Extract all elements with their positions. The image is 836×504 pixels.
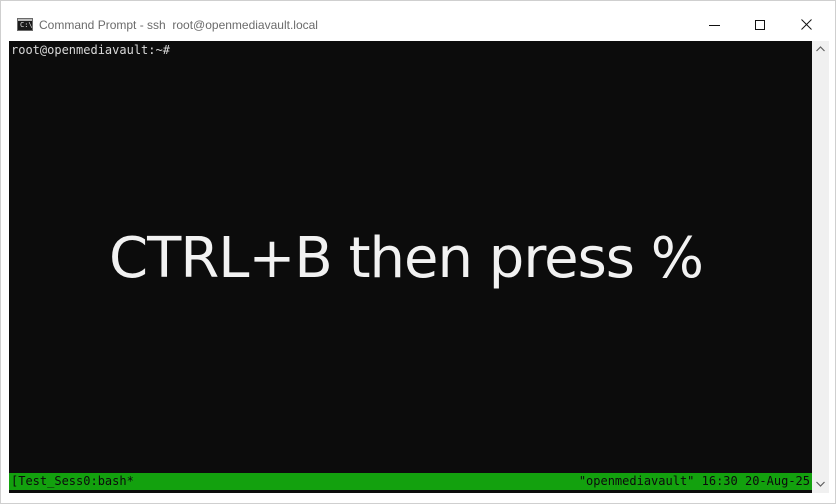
scroll-down-icon xyxy=(816,481,825,487)
icon-glyph: C:\ xyxy=(20,21,33,29)
vertical-scrollbar[interactable] xyxy=(812,41,829,493)
command-prompt-icon[interactable]: C:\ xyxy=(17,18,33,31)
maximize-button[interactable] xyxy=(737,3,783,43)
window-bottom-border xyxy=(1,493,835,503)
tmux-session-window: [Test_Sess0:bash* xyxy=(11,474,134,488)
tmux-host-clock: "openmediavault" 16:30 20-Aug-25 xyxy=(578,474,810,488)
tmux-status-bar: [Test_Sess0:bash* "openmediavault" 16:30… xyxy=(9,473,812,490)
instruction-overlay: CTRL+B then press % xyxy=(109,226,704,291)
command-prompt-window: C:\ Command Prompt - ssh root@openmediav… xyxy=(0,0,836,504)
close-button[interactable] xyxy=(783,3,829,43)
close-icon xyxy=(801,19,812,30)
maximize-icon xyxy=(755,20,765,30)
scroll-up-icon xyxy=(816,46,825,52)
terminal-area[interactable]: root@openmediavault:~# CTRL+B then press… xyxy=(9,41,812,493)
minimize-button[interactable] xyxy=(691,3,737,43)
title-bar[interactable]: C:\ Command Prompt - ssh root@openmediav… xyxy=(1,1,835,41)
window-title: Command Prompt - ssh root@openmediavault… xyxy=(39,18,318,32)
scroll-down-button[interactable] xyxy=(812,476,829,493)
shell-prompt: root@openmediavault:~# xyxy=(11,43,170,57)
scroll-up-button[interactable] xyxy=(812,41,829,58)
minimize-icon xyxy=(709,25,720,26)
